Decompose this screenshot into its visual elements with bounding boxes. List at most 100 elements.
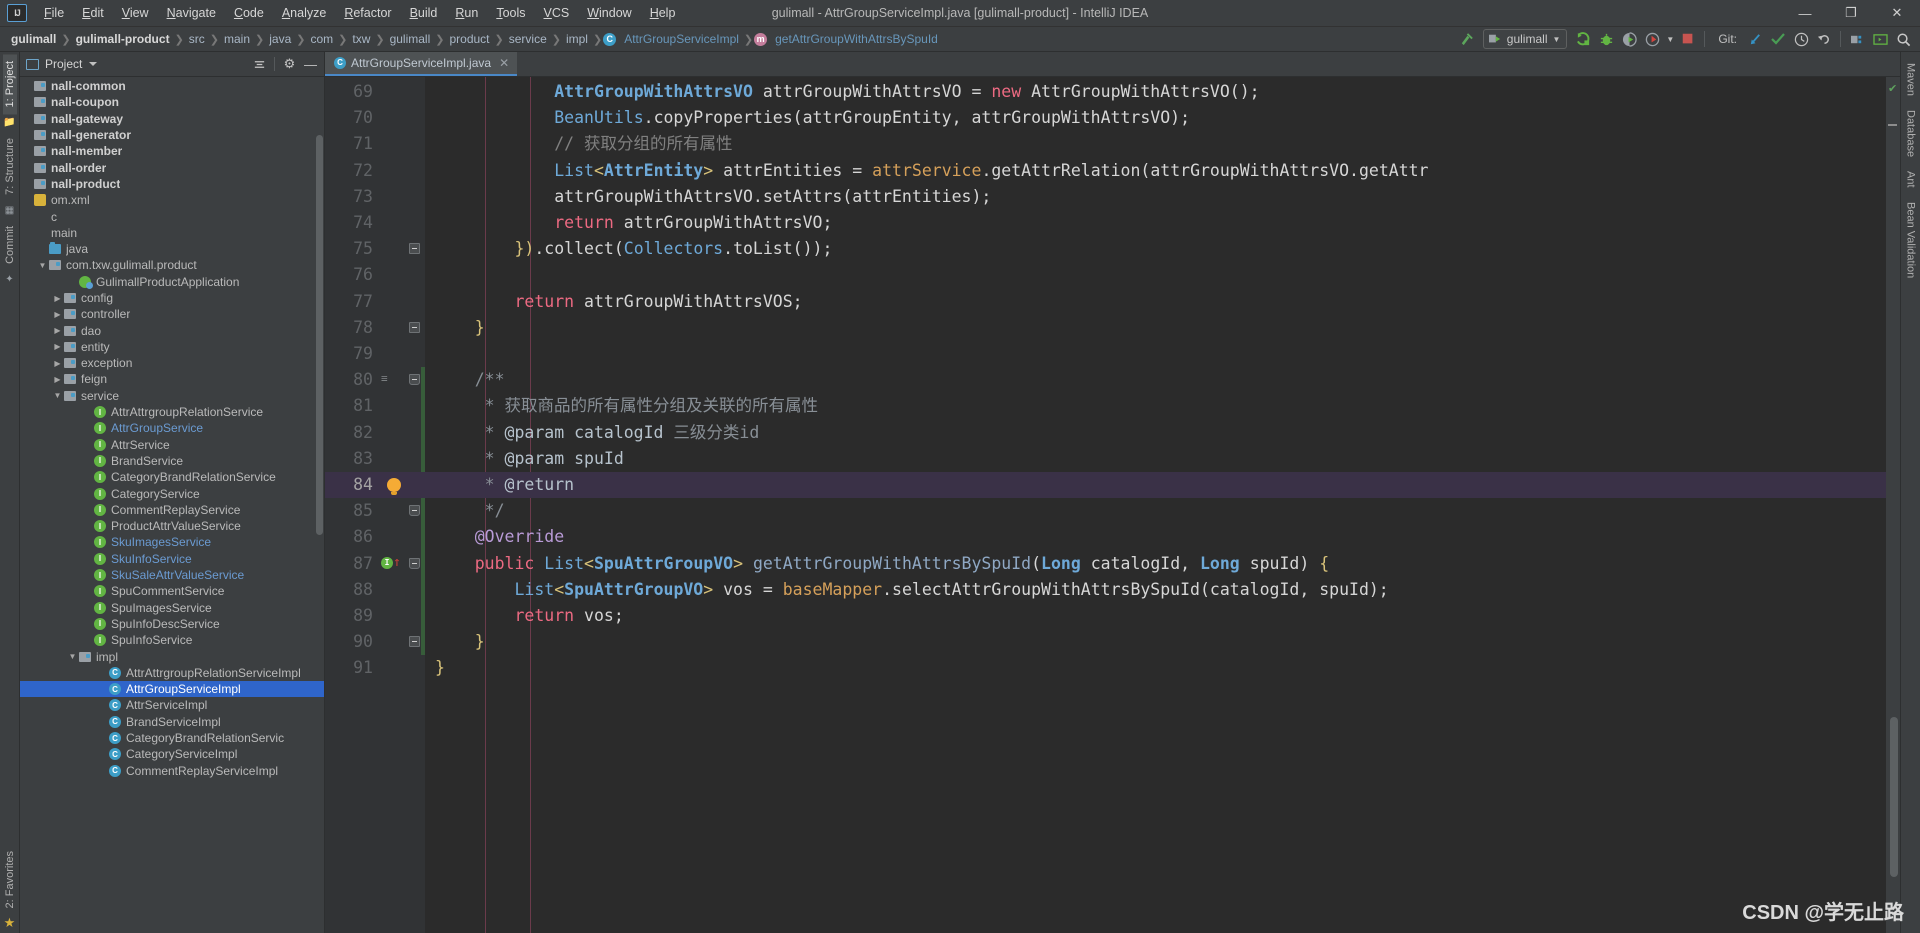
- fold-region-icon[interactable]: [409, 636, 420, 648]
- tree-node[interactable]: C AttrAttrgroupRelationServiceImpl: [20, 665, 324, 681]
- chevron-down-icon[interactable]: [67, 652, 78, 661]
- tree-node[interactable]: C CategoryBrandRelationServic: [20, 730, 324, 746]
- tree-node[interactable]: I AttrAttrgroupRelationService: [20, 404, 324, 420]
- breadcrumb-item-src[interactable]: src: [185, 31, 209, 47]
- maximize-button[interactable]: ❐: [1828, 0, 1874, 27]
- code-line-70[interactable]: BeanUtils.copyProperties(attrGroupEntity…: [435, 105, 1190, 131]
- tree-node[interactable]: nall-generator: [20, 127, 324, 143]
- tree-node[interactable]: I SkuInfoService: [20, 551, 324, 567]
- fold-region-icon[interactable]: [409, 243, 420, 255]
- breadcrumb-item-gulimall[interactable]: gulimall: [386, 31, 435, 47]
- editor-tab-attrgroupserviceimpl[interactable]: C AttrGroupServiceImpl.java ✕: [325, 51, 518, 76]
- tree-node[interactable]: GulimallProductApplication: [20, 274, 324, 290]
- tree-node[interactable]: I SpuImagesService: [20, 600, 324, 616]
- tree-node[interactable]: main: [20, 225, 324, 241]
- debug-icon[interactable]: [1595, 29, 1617, 50]
- tree-node[interactable]: dao: [20, 322, 324, 338]
- tree-node[interactable]: C BrandServiceImpl: [20, 714, 324, 730]
- tree-node[interactable]: I CategoryBrandRelationService: [20, 469, 324, 485]
- chevron-down-icon[interactable]: [37, 261, 48, 270]
- close-icon[interactable]: ✕: [499, 56, 509, 70]
- sidebar-item-bean-validation[interactable]: Bean Validation: [1904, 195, 1918, 285]
- code-line-75[interactable]: }).collect(Collectors.toList());: [435, 236, 832, 262]
- tree-node[interactable]: C AttrServiceImpl: [20, 697, 324, 713]
- intention-bulb-icon[interactable]: [387, 478, 401, 495]
- tree-node[interactable]: I AttrService: [20, 437, 324, 453]
- fold-region-icon[interactable]: [409, 557, 420, 569]
- menu-item-edit[interactable]: Edit: [73, 3, 113, 23]
- menu-item-file[interactable]: File: [35, 3, 73, 23]
- rollback-icon[interactable]: [1813, 29, 1835, 50]
- breadcrumb-item-gulimall-product[interactable]: gulimall-product: [72, 31, 174, 47]
- breadcrumb-item-gulimall[interactable]: gulimall: [7, 31, 60, 47]
- menu-item-help[interactable]: Help: [641, 3, 685, 23]
- coverage-icon[interactable]: [1618, 29, 1640, 50]
- fold-region-icon[interactable]: [409, 505, 420, 517]
- code-line-88[interactable]: List<SpuAttrGroupVO> vos = baseMapper.se…: [435, 577, 1388, 603]
- sidebar-item-database[interactable]: Database: [1904, 103, 1918, 164]
- breadcrumb-item-getattrgroupwithattrsbyspuid[interactable]: m getAttrGroupWithAttrsBySpuId: [754, 31, 942, 47]
- code-line-87[interactable]: public List<SpuAttrGroupVO> getAttrGroup…: [435, 551, 1329, 577]
- minimize-button[interactable]: —: [1782, 0, 1828, 27]
- sidebar-item-project[interactable]: 1: Project: [2, 54, 17, 115]
- menu-item-view[interactable]: View: [113, 3, 158, 23]
- code-line-78[interactable]: }: [435, 315, 485, 341]
- code-line-77[interactable]: return attrGroupWithAttrsVOS;: [435, 289, 802, 315]
- code-line-81[interactable]: * 获取商品的所有属性分组及关联的所有属性: [435, 393, 818, 419]
- tree-node[interactable]: com.txw.gulimall.product: [20, 257, 324, 273]
- history-icon[interactable]: [1790, 29, 1812, 50]
- sidebar-item-favorites[interactable]: 2: Favorites: [3, 844, 17, 915]
- code-line-69[interactable]: AttrGroupWithAttrsVO attrGroupWithAttrsV…: [435, 79, 1259, 105]
- sidebar-item-maven[interactable]: Maven: [1904, 56, 1918, 103]
- tree-node[interactable]: config: [20, 290, 324, 306]
- update-project-icon[interactable]: [1744, 29, 1766, 50]
- menu-item-navigate[interactable]: Navigate: [158, 3, 225, 23]
- sidebar-item-commit[interactable]: Commit: [3, 219, 17, 271]
- fold-outline-icon[interactable]: ≡: [381, 373, 392, 384]
- project-tree[interactable]: nall-common nall-coupon nall-gateway nall-g…: [20, 77, 324, 933]
- chevron-right-icon[interactable]: [52, 375, 63, 384]
- code-line-89[interactable]: return vos;: [435, 603, 623, 629]
- breadcrumb-item-attrgroupserviceimpl[interactable]: C AttrGroupServiceImpl: [603, 31, 743, 47]
- chevron-right-icon[interactable]: [52, 359, 63, 368]
- code-line-90[interactable]: }: [435, 629, 485, 655]
- build-icon[interactable]: [1456, 29, 1478, 50]
- code-line-83[interactable]: * @param spuId: [435, 446, 624, 472]
- code-line-74[interactable]: return attrGroupWithAttrsVO;: [435, 210, 832, 236]
- breadcrumb-item-service[interactable]: service: [505, 31, 551, 47]
- editor-gutter[interactable]: 69 70 71 72 73 74 75 76 77 78 79 80 81 82 83 84 85 86 87 88…: [325, 77, 425, 933]
- profile-icon[interactable]: [1641, 29, 1663, 50]
- chevron-down-icon[interactable]: [52, 391, 63, 400]
- tree-node[interactable]: I CategoryService: [20, 485, 324, 501]
- tree-node[interactable]: I SpuCommentService: [20, 583, 324, 599]
- code-line-85[interactable]: */: [435, 498, 505, 524]
- tree-node[interactable]: I SpuInfoDescService: [20, 616, 324, 632]
- tree-node[interactable]: I BrandService: [20, 453, 324, 469]
- commit-icon[interactable]: [1767, 29, 1789, 50]
- menu-item-window[interactable]: Window: [578, 3, 640, 23]
- tree-node[interactable]: exception: [20, 355, 324, 371]
- tree-node[interactable]: I CommentReplayService: [20, 502, 324, 518]
- tree-node[interactable]: C AttrGroupServiceImpl: [20, 680, 324, 698]
- code-line-86[interactable]: @Override: [435, 524, 564, 550]
- gear-icon[interactable]: ⚙: [280, 55, 299, 74]
- menu-item-code[interactable]: Code: [225, 3, 273, 23]
- tree-node[interactable]: nall-coupon: [20, 94, 324, 110]
- tree-node[interactable]: nall-product: [20, 176, 324, 192]
- code-line-91[interactable]: }: [435, 655, 445, 681]
- code-line-84[interactable]: * @return: [435, 472, 574, 498]
- fold-region-icon[interactable]: [409, 321, 420, 333]
- stop-icon[interactable]: [1677, 29, 1699, 50]
- tree-node[interactable]: feign: [20, 371, 324, 387]
- tree-node[interactable]: I SpuInfoService: [20, 632, 324, 648]
- code-line-71[interactable]: // 获取分组的所有属性: [435, 131, 732, 157]
- code-text[interactable]: AttrGroupWithAttrsVO attrGroupWithAttrsV…: [425, 77, 1886, 933]
- menu-item-build[interactable]: Build: [401, 3, 447, 23]
- tree-node[interactable]: I ProductAttrValueService: [20, 518, 324, 534]
- code-line-80[interactable]: /**: [435, 367, 505, 393]
- menu-item-vcs[interactable]: VCS: [535, 3, 579, 23]
- breadcrumb-item-txw[interactable]: txw: [348, 31, 374, 47]
- profile-dropdown-caret-icon[interactable]: ▼: [1664, 35, 1676, 44]
- tree-node[interactable]: controller: [20, 306, 324, 322]
- tree-node[interactable]: nall-gateway: [20, 111, 324, 127]
